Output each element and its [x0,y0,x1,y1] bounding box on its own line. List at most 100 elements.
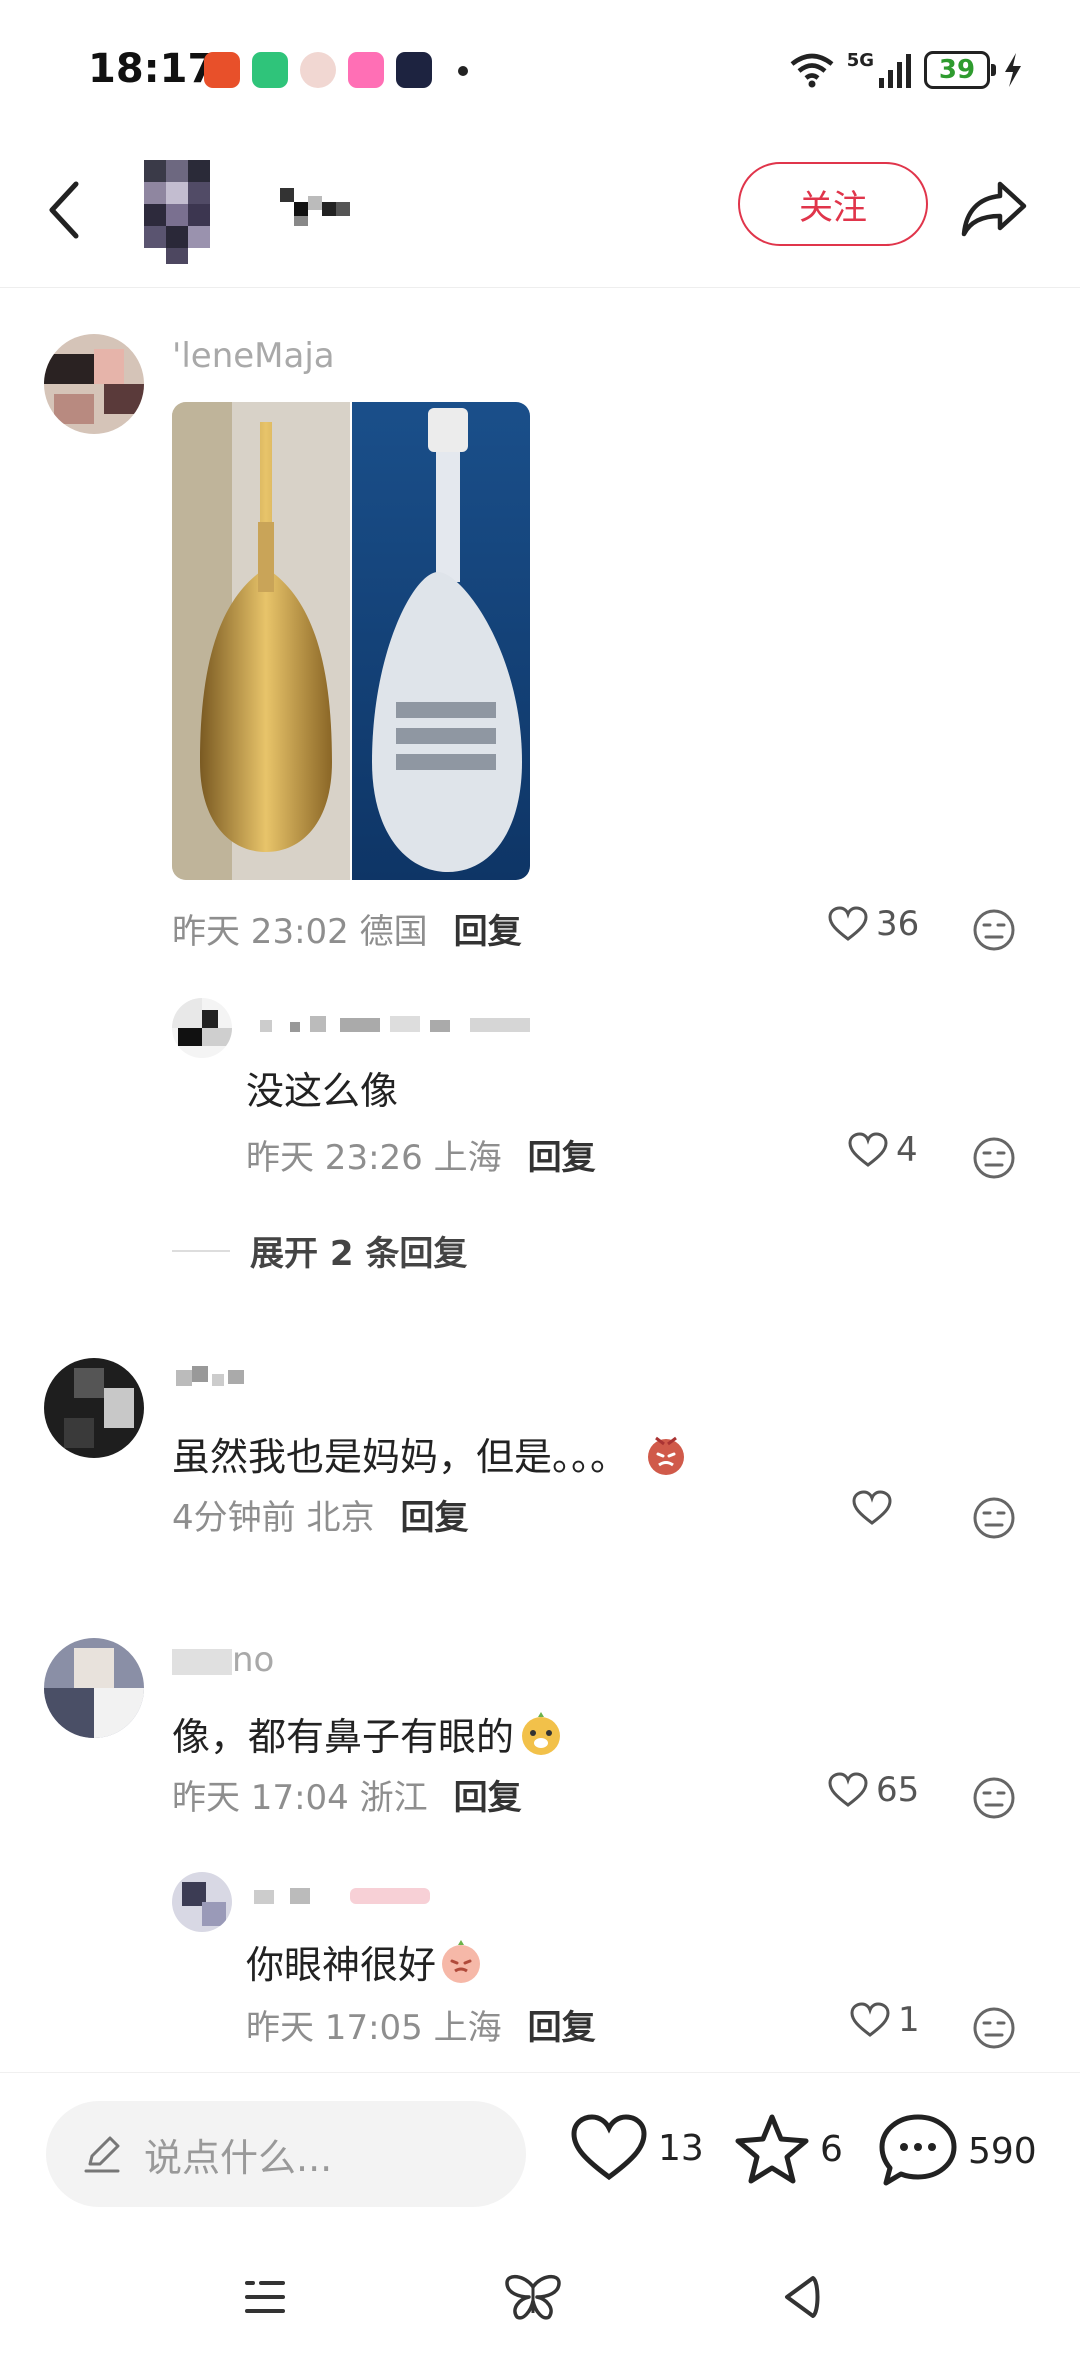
comment-location: 北京 [306,1498,375,1538]
comment-time: 昨天 17:04 [172,1778,349,1818]
camera-app-icon [348,52,384,88]
avatar-app-icon [300,52,336,88]
reply-avatar[interactable] [172,1872,232,1932]
author-avatar[interactable] [124,150,234,270]
reply-button[interactable]: 回复 [454,904,522,953]
emoji-peach-icon [442,1939,481,1983]
post-header: 关注 [0,140,1080,288]
pixelated-avatar-icon [172,998,232,1058]
network-type: 5G [846,49,874,71]
post-like-count: 13 [658,2127,704,2169]
post-like-button[interactable]: 13 [570,2113,704,2183]
commenter-avatar[interactable] [44,1358,144,1458]
butterfly-icon [505,2274,561,2320]
back-button[interactable] [36,170,92,250]
dislike-face-icon[interactable] [972,1496,1016,1540]
comment-location: 德国 [359,912,428,952]
post-favorite-count: 6 [820,2128,843,2170]
reply-button[interactable]: 回复 [528,1130,596,1179]
reply-username-redacted[interactable] [250,1878,450,1923]
reply-button[interactable]: 回复 [400,1490,468,1539]
comment-text: 虽然我也是妈妈，但是。。。 [172,1426,690,1481]
reply-username-redacted[interactable] [250,1006,550,1051]
author-name-redacted[interactable] [276,182,366,232]
reply-text: 没这么像 [246,1069,399,1113]
reply-meta: 昨天 23:26 上海 回复 [246,1130,596,1179]
reply-button[interactable]: 回复 [454,1770,522,1819]
expand-replies-button[interactable]: 展开 2 条回复 [172,1226,467,1275]
perfume-comparison-image [172,402,530,880]
comment-text: 像，都有鼻子有眼的 [172,1706,564,1761]
battery-saver-icon [252,52,288,88]
share-button[interactable] [952,168,1036,248]
post-comment-count: 590 [968,2130,1037,2172]
dislike-face-icon[interactable] [972,1776,1016,1820]
follow-button[interactable]: 关注 [738,162,928,246]
comment-location: 浙江 [359,1778,428,1818]
reply-location: 上海 [433,2008,502,2048]
like-count: 36 [876,904,920,944]
redacted-name-icon [260,1016,530,1032]
like-count: 4 [896,1130,918,1170]
reply-button[interactable]: 回复 [528,2000,596,2049]
post-comment-button[interactable]: 590 [878,2113,1037,2189]
redacted-name-block [172,1648,232,1675]
comment-meta: 4分钟前 北京 回复 [172,1490,468,1539]
post-favorite-button[interactable]: 6 [734,2113,843,2185]
reply-time: 昨天 23:26 [246,1138,423,1178]
star-icon [735,2114,809,2184]
commenter-username[interactable]: no [172,1640,274,1680]
comment-time: 昨天 23:02 [172,912,349,952]
nav-menu-button[interactable] [230,2262,300,2332]
video-app-icon [396,52,432,88]
username-visible-part: no [232,1640,275,1680]
comment-time: 4分钟前 [172,1498,296,1538]
menu-list-icon [245,2281,285,2313]
heart-icon [828,906,868,941]
pixelated-avatar-icon [144,160,210,264]
dislike-face-icon[interactable] [972,2006,1016,2050]
commenter-username-redacted[interactable] [172,1360,262,1405]
wifi-icon [790,53,834,88]
comment-input-placeholder: 说点什么... [144,2135,333,2180]
comment-input[interactable]: 说点什么... [46,2101,526,2207]
comment-like-button[interactable] [852,1490,900,1526]
nav-home-button[interactable] [498,2262,568,2332]
commenter-avatar[interactable] [44,1638,144,1738]
reply-location: 上海 [433,1138,502,1178]
comment-text-content: 像，都有鼻子有眼的 [172,1715,515,1759]
comment-like-button[interactable]: 36 [828,904,919,944]
emoji-angry-icon [648,1436,685,1475]
redacted-name-icon [176,1366,244,1386]
pixelated-avatar-icon [44,1638,144,1738]
commenter-avatar[interactable] [44,334,144,434]
reply-like-button[interactable]: 1 [850,2000,920,2040]
reply-time: 昨天 17:05 [246,2008,423,2048]
comment-like-button[interactable]: 65 [828,1770,919,1810]
heart-icon [850,2002,890,2037]
share-icon [961,181,1027,237]
dislike-face-icon[interactable] [972,1136,1016,1180]
reply-avatar[interactable] [172,998,232,1058]
comment-bubble-icon [879,2114,957,2186]
bottom-action-bar: 说点什么... 13 6 590 [0,2072,1080,2222]
comment-image[interactable] [172,402,530,880]
notification-dot [458,66,468,76]
heart-icon [571,2114,647,2181]
heart-icon [828,1772,868,1807]
comment-meta: 昨天 23:02 德国 回复 [172,904,522,953]
dislike-face-icon[interactable] [972,908,1016,952]
shopping-bag-icon [204,52,240,88]
comment-meta: 昨天 17:04 浙江 回复 [172,1770,522,1819]
battery-level: 39 [938,55,976,85]
status-time: 18:17 [88,46,216,92]
reply-like-button[interactable]: 4 [848,1130,918,1170]
expand-divider [172,1249,230,1252]
comment-text-content: 虽然我也是妈妈，但是。。。 [172,1435,629,1479]
battery-indicator: 39 [924,51,996,89]
back-triangle-icon [785,2276,820,2318]
commenter-username[interactable]: 'leneMaja [172,336,335,376]
heart-icon [848,1132,888,1167]
nav-back-button[interactable] [766,2262,836,2332]
expand-replies-label: 展开 2 条回复 [250,1234,468,1274]
